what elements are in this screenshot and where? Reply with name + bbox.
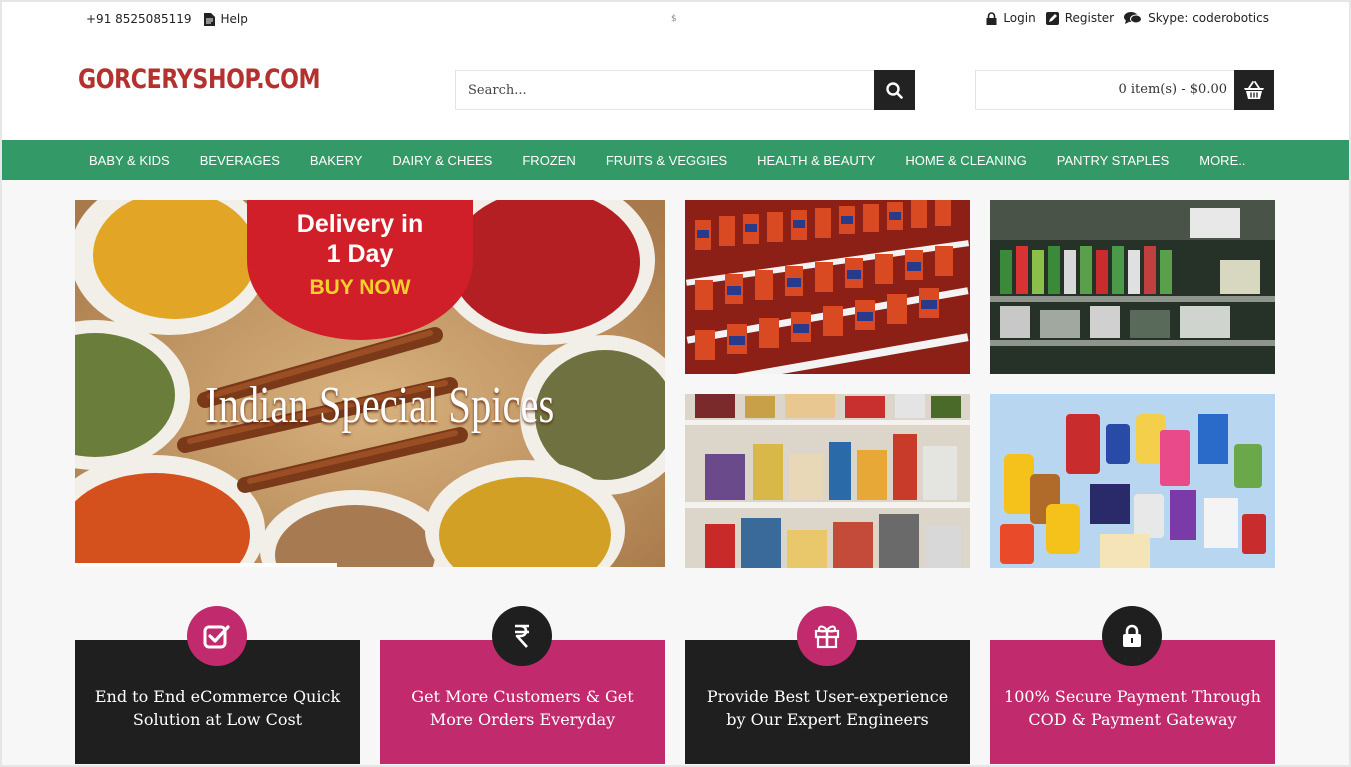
beverage-shelf-image: [990, 200, 1275, 374]
nav-item-more[interactable]: MORE..: [1184, 153, 1260, 168]
skype-link[interactable]: Skype: coderobotics: [1124, 11, 1269, 25]
top-bar-left: +91 8525085119 Help: [86, 12, 248, 26]
search-input[interactable]: [456, 71, 875, 109]
rupee-icon: [515, 624, 529, 648]
promo-tile-pantry[interactable]: [685, 394, 970, 568]
phone-number: +91 8525085119: [86, 12, 192, 26]
buy-now-label: BUY NOW: [309, 276, 411, 299]
promo-tile-peanut-butter[interactable]: [685, 200, 970, 374]
document-icon: [203, 12, 215, 26]
feature-badge-lock: [1102, 606, 1162, 666]
nav-item-bakery[interactable]: BAKERY: [295, 153, 378, 168]
top-bar: +91 8525085119 Help $ Login Register Sky…: [0, 0, 1351, 40]
nav-item-frozen[interactable]: FROZEN: [507, 153, 590, 168]
nav-item-baby-kids[interactable]: BABY & KIDS: [76, 153, 185, 168]
help-label: Help: [220, 12, 248, 26]
currency-selector[interactable]: $: [671, 14, 677, 24]
pantry-shelf-image: [685, 394, 970, 568]
feature-text: Get More Customers & Get More Orders Eve…: [411, 687, 634, 729]
nav-item-home-cleaning[interactable]: HOME & CLEANING: [890, 153, 1041, 168]
delivery-line-1: Delivery in: [296, 210, 424, 238]
cart-summary: 0 item(s) - $0.00: [1118, 82, 1228, 97]
help-link[interactable]: Help: [203, 12, 248, 26]
header: GORCERYSHOP.COM 0 item(s) - $0.00: [0, 40, 1351, 140]
feature-text: Provide Best User-experience by Our Expe…: [706, 687, 949, 729]
feature-text: 100% Secure Payment Through COD & Paymen…: [1004, 687, 1261, 729]
feature-badge-rupee: [492, 606, 552, 666]
feature-badge-gift: [797, 606, 857, 666]
basket-icon: [1244, 81, 1264, 99]
lock-icon: [1123, 624, 1141, 647]
edit-icon: [1045, 11, 1059, 25]
gift-icon: [814, 625, 840, 649]
skype-label: Skype: coderobotics: [1148, 11, 1269, 25]
nav-item-health-beauty[interactable]: HEALTH & BEAUTY: [742, 153, 890, 168]
promo-tile-toy-groceries[interactable]: [990, 394, 1275, 568]
search-box: [455, 70, 915, 110]
search-icon: [886, 81, 903, 99]
login-label: Login: [1003, 11, 1036, 25]
spices-banner[interactable]: Delivery in 1 Day BUY NOW Indian Special…: [75, 200, 665, 567]
nav-item-fruits-veggies[interactable]: FRUITS & VEGGIES: [591, 153, 742, 168]
main-navigation: BABY & KIDS BEVERAGES BAKERY DAIRY & CHE…: [2, 140, 1349, 180]
register-label: Register: [1064, 11, 1115, 25]
nav-item-beverages[interactable]: BEVERAGES: [185, 153, 295, 168]
feature-badge-check: [187, 606, 247, 666]
peanut-butter-shelf-image: [685, 200, 970, 374]
site-logo[interactable]: GORCERYSHOP.COM: [78, 64, 321, 95]
lock-icon: [986, 11, 997, 25]
promo-tile-beverages[interactable]: [990, 200, 1275, 374]
login-link[interactable]: Login: [986, 11, 1036, 25]
feature-text: End to End eCommerce Quick Solution at L…: [94, 687, 341, 729]
nav-item-pantry-staples[interactable]: PANTRY STAPLES: [1042, 153, 1184, 168]
nav-item-dairy[interactable]: DAIRY & CHEES: [377, 153, 507, 168]
search-button[interactable]: [874, 70, 915, 110]
check-square-icon: [203, 625, 230, 649]
toy-groceries-image: [990, 394, 1275, 568]
cart-box[interactable]: 0 item(s) - $0.00: [975, 70, 1274, 110]
delivery-line-2: 1 Day: [326, 240, 394, 268]
banner-title: Indian Special Spices: [205, 377, 555, 434]
top-bar-right: Login Register Skype: coderobotics: [986, 11, 1269, 25]
cart-button[interactable]: [1234, 70, 1274, 110]
chat-icon: [1124, 12, 1143, 24]
register-link[interactable]: Register: [1045, 11, 1115, 25]
